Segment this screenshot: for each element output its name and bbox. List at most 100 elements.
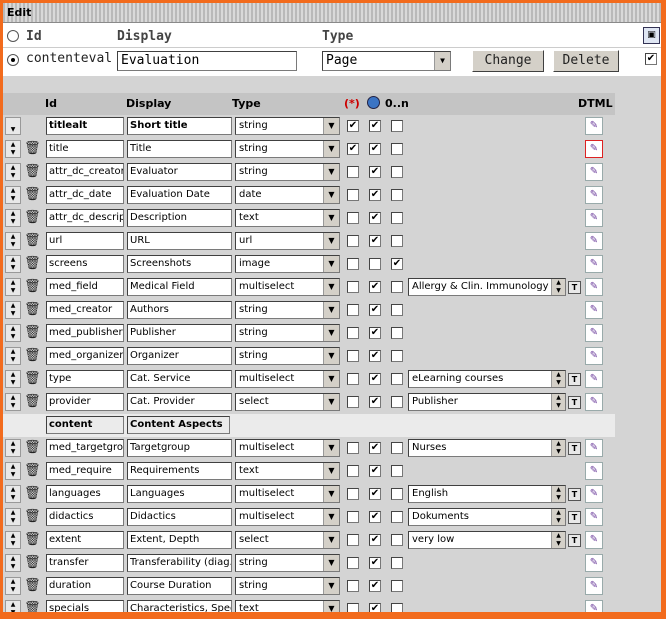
dtml-edit-icon[interactable]: ✎ — [585, 186, 603, 204]
option-list-select[interactable]: English ▲ ▼ — [408, 485, 566, 503]
field-display-input[interactable]: Didactics — [127, 508, 232, 526]
up-down-arrows-icon[interactable]: ▲▼ — [5, 186, 21, 204]
global-checkbox[interactable] — [369, 304, 381, 316]
required-checkbox[interactable] — [347, 557, 359, 569]
dtml-edit-icon[interactable]: ✎ — [585, 554, 603, 572]
field-display-input[interactable]: Authors — [127, 301, 232, 319]
required-checkbox[interactable] — [347, 396, 359, 408]
required-checkbox[interactable] — [347, 258, 359, 270]
text-edit-icon[interactable]: T — [568, 281, 581, 294]
trash-icon[interactable]: 🗑 — [24, 485, 41, 503]
field-display-input[interactable]: Requirements — [127, 462, 232, 480]
multi-checkbox[interactable] — [391, 258, 403, 270]
required-checkbox[interactable] — [347, 166, 359, 178]
trash-icon[interactable]: 🗑 — [24, 600, 41, 612]
field-id-input[interactable]: med_organizer — [46, 347, 124, 365]
field-id-input[interactable]: languages — [46, 485, 124, 503]
field-id-input[interactable]: transfer — [46, 554, 124, 572]
dtml-edit-icon[interactable]: ✎ — [585, 278, 603, 296]
multi-checkbox[interactable] — [391, 235, 403, 247]
field-display-input[interactable]: Title — [127, 140, 232, 158]
type-panel-icon[interactable]: ▣ — [643, 27, 660, 44]
required-checkbox[interactable] — [347, 327, 359, 339]
multi-checkbox[interactable] — [391, 281, 403, 293]
global-checkbox[interactable] — [369, 281, 381, 293]
global-checkbox[interactable] — [369, 373, 381, 385]
required-checkbox[interactable] — [347, 189, 359, 201]
field-id-input[interactable]: attr_dc_date — [46, 186, 124, 204]
up-down-arrows-icon[interactable]: ▲▼ — [5, 485, 21, 503]
multi-checkbox[interactable] — [391, 580, 403, 592]
multi-checkbox[interactable] — [391, 189, 403, 201]
dtml-edit-icon[interactable]: ✎ — [585, 255, 603, 273]
field-display-input[interactable]: Medical Field — [127, 278, 232, 296]
field-id-input[interactable]: url — [46, 232, 124, 250]
field-id-input[interactable]: provider — [46, 393, 124, 411]
up-down-arrows-icon[interactable]: ▲▼ — [5, 324, 21, 342]
dtml-edit-icon[interactable]: ✎ — [585, 140, 603, 158]
up-down-arrows-icon[interactable]: ▲▼ — [5, 554, 21, 572]
up-down-arrows-icon[interactable]: ▲▼ — [5, 209, 21, 227]
field-display-input[interactable]: Description — [127, 209, 232, 227]
field-type-select[interactable]: url ▼ — [235, 232, 340, 250]
trash-icon[interactable]: 🗑 — [24, 209, 41, 227]
field-display-input[interactable]: Targetgroup — [127, 439, 232, 457]
dtml-edit-icon[interactable]: ✎ — [585, 324, 603, 342]
text-edit-icon[interactable]: T — [568, 396, 581, 409]
trash-icon[interactable]: 🗑 — [24, 347, 41, 365]
multi-checkbox[interactable] — [391, 120, 403, 132]
field-display-input[interactable]: Evaluator — [127, 163, 232, 181]
radio-header[interactable] — [7, 30, 19, 42]
required-checkbox[interactable] — [347, 304, 359, 316]
dtml-edit-icon[interactable]: ✎ — [585, 347, 603, 365]
dtml-edit-icon[interactable]: ✎ — [585, 301, 603, 319]
field-display-input[interactable]: Screenshots — [127, 255, 232, 273]
text-edit-icon[interactable]: T — [568, 511, 581, 524]
current-type-display-input[interactable]: Evaluation — [117, 51, 297, 71]
required-checkbox[interactable] — [347, 212, 359, 224]
field-type-select[interactable]: multiselect ▼ — [235, 278, 340, 296]
text-edit-icon[interactable]: T — [568, 534, 581, 547]
global-checkbox[interactable] — [369, 488, 381, 500]
dtml-edit-icon[interactable]: ✎ — [585, 462, 603, 480]
field-type-select[interactable]: date ▼ — [235, 186, 340, 204]
field-display-input[interactable]: Evaluation Date — [127, 186, 232, 204]
up-down-arrows-icon[interactable]: ▲▼ — [5, 370, 21, 388]
dtml-edit-icon[interactable]: ✎ — [585, 508, 603, 526]
field-id-input[interactable]: med_publisher — [46, 324, 124, 342]
field-type-select[interactable]: string ▼ — [235, 117, 340, 135]
dtml-edit-icon[interactable]: ✎ — [585, 600, 603, 612]
trash-icon[interactable]: 🗑 — [24, 531, 41, 549]
radio-selected-type[interactable] — [7, 54, 19, 66]
multi-checkbox[interactable] — [391, 373, 403, 385]
type-panel-checkbox[interactable] — [645, 53, 657, 65]
field-type-select[interactable]: multiselect ▼ — [235, 485, 340, 503]
trash-icon[interactable]: 🗑 — [24, 393, 41, 411]
option-list-select[interactable]: Dokuments ▲ ▼ — [408, 508, 566, 526]
global-checkbox[interactable] — [369, 603, 381, 612]
global-checkbox[interactable] — [369, 258, 381, 270]
global-checkbox[interactable] — [369, 557, 381, 569]
global-checkbox[interactable] — [369, 327, 381, 339]
trash-icon[interactable]: 🗑 — [24, 554, 41, 572]
dtml-edit-icon[interactable]: ✎ — [585, 163, 603, 181]
text-edit-icon[interactable]: T — [568, 488, 581, 501]
up-down-arrows-icon[interactable]: ▲▼ — [5, 232, 21, 250]
trash-icon[interactable]: 🗑 — [24, 508, 41, 526]
multi-checkbox[interactable] — [391, 143, 403, 155]
dtml-edit-icon[interactable]: ✎ — [585, 209, 603, 227]
up-down-arrows-icon[interactable]: ▲▼ — [5, 301, 21, 319]
trash-icon[interactable]: 🗑 — [24, 370, 41, 388]
multi-checkbox[interactable] — [391, 304, 403, 316]
global-checkbox[interactable] — [369, 511, 381, 523]
required-checkbox[interactable] — [347, 120, 359, 132]
multi-checkbox[interactable] — [391, 327, 403, 339]
trash-icon[interactable]: 🗑 — [24, 439, 41, 457]
up-down-arrows-icon[interactable]: ▲▼ — [5, 462, 21, 480]
dtml-edit-icon[interactable]: ✎ — [585, 393, 603, 411]
global-checkbox[interactable] — [369, 350, 381, 362]
field-type-select[interactable]: string ▼ — [235, 554, 340, 572]
global-checkbox[interactable] — [369, 166, 381, 178]
field-type-select[interactable]: string ▼ — [235, 163, 340, 181]
field-id-input[interactable]: med_creator — [46, 301, 124, 319]
